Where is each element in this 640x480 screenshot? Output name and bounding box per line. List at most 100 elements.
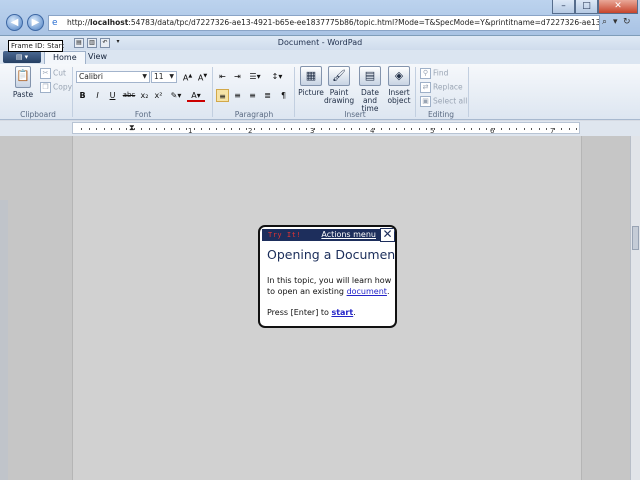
ruler-tick bbox=[553, 128, 555, 130]
close-icon[interactable]: ✕ bbox=[380, 228, 395, 242]
justify-icon[interactable]: ≣ bbox=[261, 89, 274, 102]
ruler-tick bbox=[118, 128, 120, 130]
insert-object-button[interactable]: ◈ Insert object bbox=[386, 66, 412, 105]
paint-label-2: drawing bbox=[324, 96, 355, 105]
customize-icon[interactable]: ▾ bbox=[113, 38, 123, 48]
document-link[interactable]: document bbox=[347, 287, 387, 296]
font-family-select[interactable]: Calibri ▼ bbox=[76, 71, 150, 83]
subscript-button[interactable]: x₂ bbox=[138, 89, 151, 102]
ruler-mark: 1 bbox=[188, 127, 193, 135]
bullets-icon[interactable]: ☰▾ bbox=[246, 70, 264, 83]
ruler-tick bbox=[111, 128, 112, 130]
highlight-icon[interactable]: ✎▾ bbox=[168, 89, 184, 102]
paste-label: Paste bbox=[12, 90, 34, 99]
forward-icon[interactable]: ▶ bbox=[27, 14, 44, 31]
date-time-button[interactable]: ▤ Date and time bbox=[354, 66, 386, 113]
find-button[interactable]: ⚲ Find bbox=[420, 68, 448, 79]
minimize-button[interactable]: – bbox=[552, 0, 575, 14]
ruler-tick bbox=[246, 128, 247, 130]
font-size-select[interactable]: 11 ▼ bbox=[151, 71, 177, 83]
italic-button[interactable]: I bbox=[91, 89, 104, 102]
editing-group-label: Editing bbox=[427, 110, 455, 119]
ruler-tick bbox=[268, 128, 270, 130]
paragraph-group-label: Paragraph bbox=[234, 110, 274, 119]
bold-button[interactable]: B bbox=[76, 89, 89, 102]
paint-icon: 🖌 bbox=[328, 66, 350, 86]
find-label: Find bbox=[433, 68, 449, 78]
align-center-icon[interactable]: ≡ bbox=[231, 89, 244, 102]
picture-button[interactable]: ▦ Picture bbox=[297, 66, 325, 97]
maximize-button[interactable]: □ bbox=[575, 0, 598, 14]
ruler-tick bbox=[478, 128, 480, 130]
cut-button[interactable]: ✂ Cut bbox=[40, 68, 66, 79]
ruler[interactable]: 1 2 3 4 5 6 7 ⧗ bbox=[72, 122, 580, 135]
copy-button[interactable]: ❐ Copy bbox=[40, 82, 72, 93]
underline-button[interactable]: U bbox=[106, 89, 119, 102]
refresh-icon[interactable]: ↻ bbox=[623, 17, 631, 27]
ruler-tick bbox=[448, 128, 450, 130]
back-icon[interactable]: ◀ bbox=[6, 14, 23, 31]
ruler-tick bbox=[336, 128, 337, 130]
vertical-scrollbar[interactable] bbox=[630, 136, 640, 480]
enter-text: Press [Enter] to bbox=[267, 308, 332, 317]
print-icon[interactable]: ▤ bbox=[74, 38, 84, 48]
paint-drawing-button[interactable]: 🖌 Paint drawing bbox=[324, 66, 354, 105]
page-icon: e bbox=[52, 18, 58, 28]
divider bbox=[294, 67, 295, 117]
undo-icon[interactable]: ↶ bbox=[100, 38, 110, 48]
dropdown-icon[interactable]: ▾ bbox=[613, 17, 618, 27]
divider bbox=[72, 67, 73, 117]
font-family-value: Calibri bbox=[79, 72, 103, 81]
paste-button[interactable]: 📋 Paste bbox=[10, 66, 36, 99]
ruler-tick bbox=[381, 128, 382, 130]
divider bbox=[212, 67, 213, 117]
paragraph-icon[interactable]: ¶ bbox=[277, 89, 290, 102]
ruler-tick bbox=[253, 128, 255, 130]
chevron-down-icon: ▼ bbox=[142, 73, 147, 80]
ruler-tick bbox=[493, 128, 495, 130]
scrollbar-thumb[interactable] bbox=[632, 226, 639, 250]
app-menu-button[interactable]: ▤ ▾ bbox=[3, 51, 41, 63]
ruler-tick bbox=[291, 128, 292, 130]
start-link[interactable]: start bbox=[331, 308, 353, 317]
align-left-icon[interactable]: ≡ bbox=[216, 89, 229, 102]
try-it-label: Try It! bbox=[268, 231, 302, 239]
ruler-tick bbox=[276, 128, 277, 130]
superscript-button[interactable]: x² bbox=[152, 89, 165, 102]
ruler-tick bbox=[261, 128, 262, 130]
font-group-label: Font bbox=[134, 110, 152, 119]
save-icon[interactable]: ▥ bbox=[87, 38, 97, 48]
popup-title: Opening a Document bbox=[267, 247, 397, 262]
ruler-tick bbox=[561, 128, 562, 130]
clipboard-icon: 📋 bbox=[15, 66, 31, 88]
close-window-button[interactable]: ✕ bbox=[598, 0, 638, 14]
divider bbox=[468, 67, 469, 117]
replace-icon: ⇄ bbox=[420, 82, 431, 93]
increase-indent-icon[interactable]: ⇥ bbox=[231, 70, 244, 83]
ruler-tick bbox=[141, 128, 142, 130]
clipboard-group-label: Clipboard bbox=[20, 110, 56, 119]
ruler-tick bbox=[403, 128, 405, 130]
ruler-tick bbox=[193, 128, 195, 130]
replace-button[interactable]: ⇄ Replace bbox=[420, 82, 463, 93]
ruler-tick bbox=[576, 128, 577, 130]
decrease-indent-icon[interactable]: ⇤ bbox=[216, 70, 229, 83]
select-all-label: Select all bbox=[433, 96, 468, 106]
ruler-tick bbox=[366, 128, 367, 130]
font-color-icon[interactable]: A▾ bbox=[187, 89, 205, 102]
align-right-icon[interactable]: ≡ bbox=[246, 89, 259, 102]
search-icon[interactable]: ⌕ bbox=[602, 17, 607, 27]
strikethrough-button[interactable]: abc bbox=[121, 89, 137, 102]
actions-menu-link[interactable]: Actions menu bbox=[321, 230, 376, 239]
shrink-font-icon[interactable]: A▼ bbox=[196, 70, 209, 83]
select-all-button[interactable]: ▣ Select all bbox=[420, 96, 467, 107]
line-spacing-icon[interactable]: ↕▾ bbox=[268, 70, 286, 83]
copy-icon: ❐ bbox=[40, 82, 51, 93]
tutorial-popup: Try It! Actions menu ✕ Opening a Documen… bbox=[258, 225, 397, 328]
tab-view[interactable]: View bbox=[80, 51, 115, 64]
insert-group-label: Insert bbox=[344, 110, 366, 119]
grow-font-icon[interactable]: A▲ bbox=[181, 70, 194, 83]
popup-header: Try It! Actions menu bbox=[262, 229, 380, 241]
address-bar[interactable]: http://localhost:54783/data/tpc/d7227326… bbox=[48, 15, 600, 31]
ruler-tick bbox=[321, 128, 322, 130]
